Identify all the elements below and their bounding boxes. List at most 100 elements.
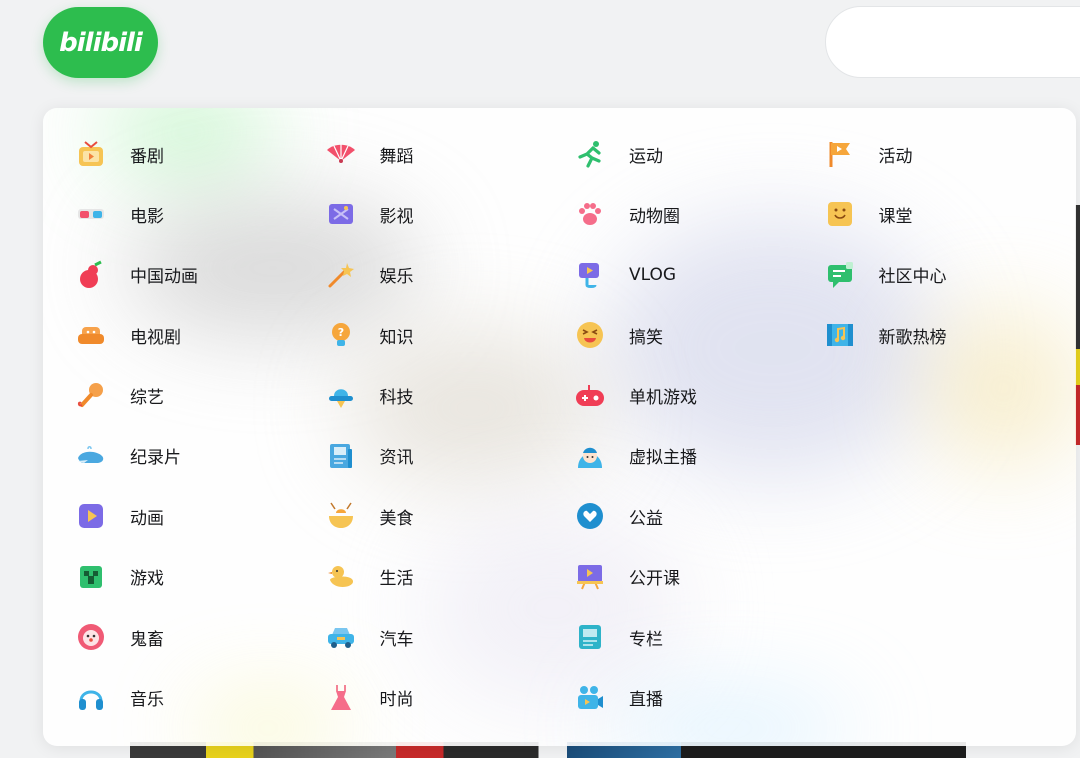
- category-label: VLOG: [629, 264, 677, 285]
- category-item-yinyue[interactable]: 音乐: [76, 668, 326, 728]
- category-item-zhibo[interactable]: 直播: [575, 668, 825, 728]
- tv-icon: [76, 139, 106, 169]
- play-square-icon: [76, 501, 106, 531]
- category-item-yule[interactable]: 娱乐: [326, 245, 576, 305]
- category-label: 中国动画: [130, 267, 198, 288]
- category-label: 社区中心: [878, 267, 947, 288]
- category-label: 知识: [379, 327, 414, 348]
- category-label: 生活: [379, 569, 414, 590]
- category-label: 娱乐: [379, 267, 414, 288]
- svg-text:?: ?: [337, 326, 343, 339]
- video-camera-icon: [575, 683, 605, 713]
- heart-hands-icon: [575, 501, 605, 531]
- category-item-dianshiju[interactable]: 电视剧: [76, 305, 326, 365]
- headphones-icon: [76, 683, 106, 713]
- presentation-icon: [575, 562, 605, 592]
- category-label: 电影: [130, 206, 164, 227]
- category-item-zhishi[interactable]: ? 知识: [326, 305, 576, 365]
- runner-icon: [575, 139, 605, 169]
- vlog-camera-icon: [575, 260, 605, 290]
- category-label: 动画: [130, 508, 164, 529]
- category-item-zhuanlan[interactable]: 专栏: [575, 607, 825, 667]
- category-label: 公开课: [629, 569, 680, 590]
- category-item-yingshi[interactable]: 影视: [326, 184, 576, 244]
- lightbulb-icon: ?: [326, 320, 356, 350]
- category-label: 游戏: [130, 569, 164, 590]
- category-item-gaoxiao[interactable]: 搞笑: [575, 305, 825, 365]
- article-icon: [575, 622, 605, 652]
- paw-icon: [575, 199, 605, 229]
- category-label: 音乐: [130, 690, 164, 711]
- category-label: 公益: [629, 508, 663, 529]
- category-label: 单机游戏: [629, 388, 697, 409]
- duck-icon: [326, 562, 356, 592]
- category-item-shequzhongxin[interactable]: 社区中心: [825, 245, 1075, 305]
- clapperboard-icon: [326, 199, 356, 229]
- category-item-ketang[interactable]: 课堂: [825, 184, 1075, 244]
- flag-icon: [825, 139, 855, 169]
- category-item-xunizhubo[interactable]: 虚拟主播: [575, 426, 825, 486]
- category-grid: 番剧 电影 中国动画 电视剧 综艺 纪录片 动画 游戏 鬼畜 音乐 舞蹈 影视 …: [43, 124, 1076, 728]
- category-item-shenghuo[interactable]: 生活: [326, 547, 576, 607]
- music-chart-icon: [825, 320, 855, 350]
- category-item-donghua[interactable]: 动画: [76, 486, 326, 546]
- category-item-guichu[interactable]: 鬼畜: [76, 607, 326, 667]
- category-item-shishang[interactable]: 时尚: [326, 668, 576, 728]
- bilibili-logo[interactable]: bilibili: [43, 7, 158, 78]
- category-item-xingeresbang[interactable]: 新歌热榜: [825, 305, 1075, 365]
- category-label: 时尚: [379, 690, 414, 711]
- creeper-icon: [76, 562, 106, 592]
- car-icon: [326, 622, 356, 652]
- 3d-glasses-icon: [76, 199, 106, 229]
- category-item-zixun[interactable]: 资讯: [326, 426, 576, 486]
- category-item-zongyi[interactable]: 综艺: [76, 366, 326, 426]
- category-label: 影视: [379, 206, 414, 227]
- category-item-gongkaike[interactable]: 公开课: [575, 547, 825, 607]
- category-label: 动物圈: [629, 206, 680, 227]
- whale-icon: [76, 441, 106, 471]
- category-item-fanju[interactable]: 番剧: [76, 124, 326, 184]
- category-label: 纪录片: [130, 448, 181, 469]
- category-item-youxi[interactable]: 游戏: [76, 547, 326, 607]
- newspaper-icon: [326, 441, 356, 471]
- microphone-icon: [76, 381, 106, 411]
- category-item-wudao[interactable]: 舞蹈: [326, 124, 576, 184]
- category-label: 番剧: [130, 146, 164, 167]
- vtuber-icon: [575, 441, 605, 471]
- category-item-meishi[interactable]: 美食: [326, 486, 576, 546]
- clown-icon: [76, 622, 106, 652]
- logo-text: bilibili: [59, 27, 143, 58]
- ufo-icon: [326, 381, 356, 411]
- category-label: 虚拟主播: [629, 448, 697, 469]
- gamepad-icon: [575, 381, 605, 411]
- category-item-dongwuquan[interactable]: 动物圈: [575, 184, 825, 244]
- category-label: 专栏: [629, 629, 663, 650]
- search-input[interactable]: [825, 6, 1080, 78]
- category-item-huodong[interactable]: 活动: [825, 124, 1075, 184]
- laughing-face-icon: [575, 320, 605, 350]
- category-label: 舞蹈: [379, 146, 414, 167]
- category-label: 新歌热榜: [878, 327, 947, 348]
- category-label: 鬼畜: [130, 629, 164, 650]
- dress-icon: [326, 683, 356, 713]
- category-item-keji[interactable]: 科技: [326, 366, 576, 426]
- category-label: 综艺: [130, 388, 164, 409]
- category-item-qiche[interactable]: 汽车: [326, 607, 576, 667]
- category-item-gongyi[interactable]: 公益: [575, 486, 825, 546]
- category-label: 直播: [629, 690, 663, 711]
- category-label: 资讯: [379, 448, 414, 469]
- classroom-icon: [825, 199, 855, 229]
- category-item-yundong[interactable]: 运动: [575, 124, 825, 184]
- gourd-icon: [76, 260, 106, 290]
- category-label: 搞笑: [629, 327, 663, 348]
- category-label: 运动: [629, 146, 663, 167]
- category-label: 美食: [379, 508, 414, 529]
- category-item-vlog[interactable]: VLOG: [575, 245, 825, 305]
- category-label: 汽车: [379, 629, 414, 650]
- category-item-danjiyouxi[interactable]: 单机游戏: [575, 366, 825, 426]
- food-bowl-icon: [326, 501, 356, 531]
- category-item-jilupian[interactable]: 纪录片: [76, 426, 326, 486]
- magic-wand-icon: [326, 260, 356, 290]
- category-item-zhongguodonghua[interactable]: 中国动画: [76, 245, 326, 305]
- category-item-dianying[interactable]: 电影: [76, 184, 326, 244]
